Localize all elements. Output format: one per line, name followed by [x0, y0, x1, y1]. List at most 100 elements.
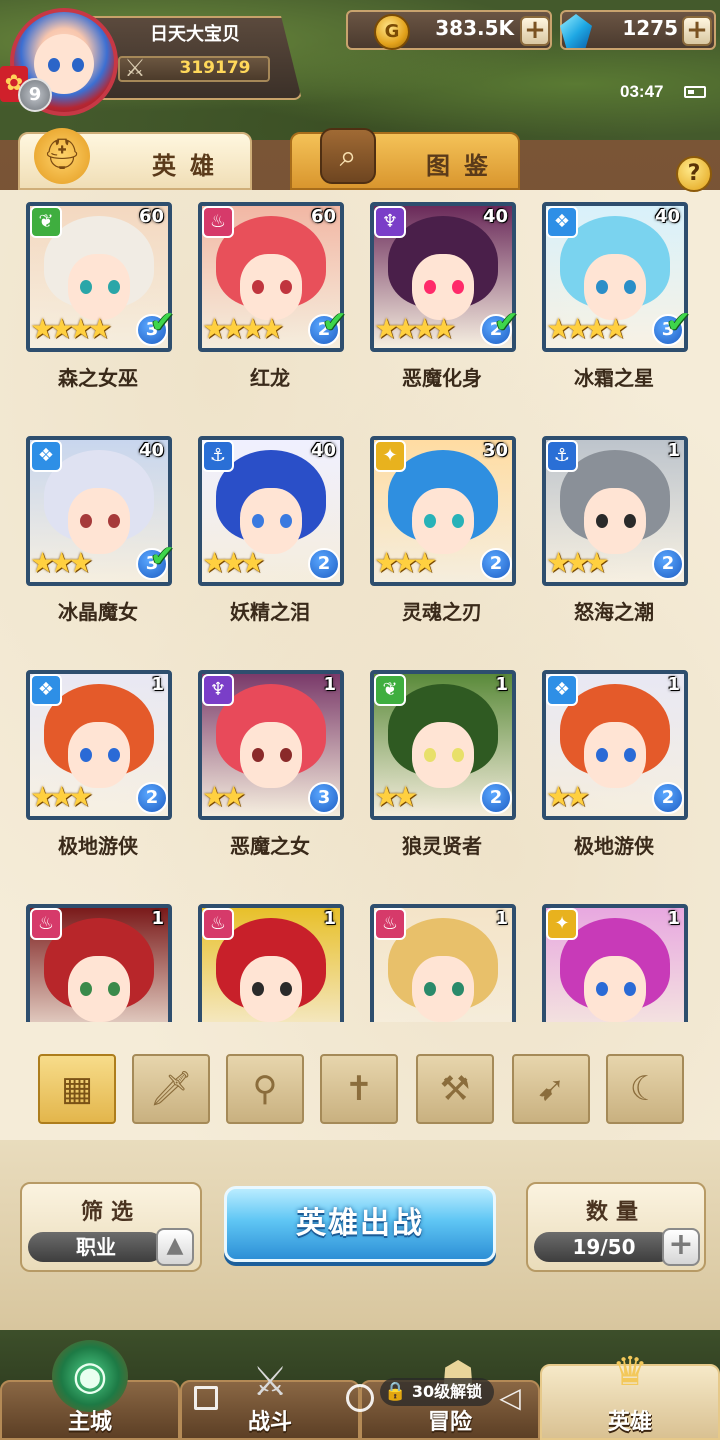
hero-eye: [596, 514, 608, 528]
hero-face: [240, 254, 302, 320]
filter-warrior-button[interactable]: 🗡: [132, 1054, 210, 1124]
hero-level: 1: [667, 440, 680, 461]
hero-card[interactable]: ❖ 40 ★★★★ 3 ✔: [542, 202, 691, 352]
sea-faction-icon: ⚓: [546, 440, 578, 472]
nav-battle-label: 战斗: [247, 1410, 292, 1435]
home-button[interactable]: [346, 1384, 374, 1412]
nature-faction-icon: ❦: [30, 206, 62, 238]
recent-apps-button[interactable]: [194, 1386, 218, 1410]
hero-card[interactable]: ♨ 1: [26, 904, 172, 1022]
filter-label: 筛选: [80, 1200, 141, 1225]
filter-select[interactable]: 职业: [28, 1232, 164, 1262]
check-icon: ✔: [322, 305, 348, 340]
helmet-icon: ⛑: [34, 128, 90, 184]
hero-shard-count: 2: [136, 782, 168, 814]
hero-eye: [452, 514, 464, 528]
hero-face: [240, 722, 302, 788]
hero-eye: [280, 514, 292, 528]
hero-card[interactable]: ♨ 1: [198, 904, 344, 1022]
check-icon: ✔: [150, 539, 176, 574]
player-name: 日天大宝贝: [150, 24, 240, 45]
hero-card[interactable]: ⚓ 40 ★★★ 2: [198, 436, 344, 586]
hero-eye: [80, 514, 92, 528]
hero-card[interactable]: ❖ 1 ★★★ 2: [26, 670, 172, 820]
hero-level: 40: [138, 440, 164, 461]
hero-card[interactable]: ♆ 1 ★★ 3: [198, 670, 344, 820]
gem-value: 1275: [622, 16, 678, 40]
hero-eye: [108, 280, 120, 294]
lock-icon: 🔒: [384, 1381, 407, 1402]
hero-face: [584, 254, 646, 320]
expand-capacity-button[interactable]: +: [662, 1228, 700, 1266]
hero-shard-count: 2: [480, 782, 512, 814]
hero-level: 60: [310, 206, 336, 227]
hero-face: [240, 488, 302, 554]
back-button[interactable]: ◁: [496, 1384, 524, 1412]
hero-name: 妖精之泪: [230, 600, 310, 624]
hero-level: 1: [667, 908, 680, 929]
hero-card[interactable]: ♆ 40 ★★★★ 2 ✔: [370, 202, 519, 352]
hero-face: [412, 956, 474, 1022]
filter-mage-button[interactable]: ⚲: [226, 1054, 304, 1124]
hero-name: 极地游侠: [58, 834, 138, 858]
count-label: 数量: [585, 1200, 646, 1225]
hero-stars: ★★: [374, 780, 418, 813]
filter-toggle-button[interactable]: ▲: [156, 1228, 194, 1266]
check-icon: ✔: [666, 305, 692, 340]
hero-stars: ★★★★: [202, 312, 284, 345]
light-faction-icon: ✦: [374, 440, 406, 472]
nav-city-label: 主城: [67, 1410, 112, 1435]
hero-card[interactable]: ❖ 40 ★★★ 3 ✔: [26, 436, 175, 586]
hero-face: [68, 254, 130, 320]
hero-eye: [424, 748, 436, 762]
hero-level: 1: [667, 674, 680, 695]
hero-face: [412, 254, 474, 320]
filter-assassin-button[interactable]: ☾: [606, 1054, 684, 1124]
hero-shard-count: 2: [652, 782, 684, 814]
nature-faction-icon: ❦: [374, 674, 406, 706]
hero-eye: [280, 982, 292, 996]
filter-all-button[interactable]: ▦: [38, 1054, 116, 1124]
hero-stars: ★★: [546, 780, 590, 813]
filter-tank-button[interactable]: ⚒: [416, 1054, 494, 1124]
hero-stars: ★★★: [546, 546, 609, 579]
hero-name: 森之女巫: [58, 366, 138, 390]
help-button[interactable]: ?: [676, 156, 712, 192]
hero-name: 恶魔之女: [230, 834, 310, 858]
tab-codex-label: 图鉴: [426, 152, 502, 180]
gold-value: 383.5K: [435, 16, 514, 40]
hero-card[interactable]: ♨ 1: [370, 904, 516, 1022]
fire-faction-icon: ♨: [202, 206, 234, 238]
hero-card[interactable]: ❦ 60 ★★★★ 3 ✔: [26, 202, 175, 352]
hero-eye: [596, 982, 608, 996]
hero-name: 红龙: [250, 366, 290, 390]
add-gold-button[interactable]: +: [520, 16, 550, 46]
hero-level: 1: [495, 674, 508, 695]
hero-grid[interactable]: ❦ 60 ★★★★ 3 ✔ 森之女巫 ♨ 60 ★★★★ 2 ✔ 红龙 ♆ 40 ★★★★ 2 ✔ 恶魔化身 ❖ 40…: [0, 196, 720, 1022]
hero-stars: ★★★★: [546, 312, 628, 345]
hero-level: 40: [482, 206, 508, 227]
hero-eye: [108, 982, 120, 996]
hero-shard-count: 2: [652, 548, 684, 580]
hero-eye: [624, 280, 636, 294]
hero-card[interactable]: ✦ 30 ★★★ 2: [370, 436, 516, 586]
ice-faction-icon: ❖: [30, 674, 62, 706]
deploy-heroes-button[interactable]: 英雄出战: [224, 1186, 496, 1262]
add-gems-button[interactable]: +: [682, 16, 712, 46]
hero-stars: ★★: [202, 780, 246, 813]
hero-shard-count: 2: [308, 548, 340, 580]
filter-archer-button[interactable]: ➹: [512, 1054, 590, 1124]
filter-priest-button[interactable]: ✝: [320, 1054, 398, 1124]
hero-eye: [452, 748, 464, 762]
hero-eye: [452, 982, 464, 996]
hero-card[interactable]: ♨ 60 ★★★★ 2 ✔: [198, 202, 347, 352]
hero-eye: [280, 280, 292, 294]
hero-card[interactable]: ❦ 1 ★★ 2: [370, 670, 516, 820]
battery-icon: [684, 86, 706, 98]
hero-card[interactable]: ⚓ 1 ★★★ 2: [542, 436, 688, 586]
power-value: 319179: [179, 58, 251, 78]
ice-faction-icon: ❖: [30, 440, 62, 472]
hero-name: 冰晶魔女: [58, 600, 138, 624]
hero-card[interactable]: ✦ 1: [542, 904, 688, 1022]
hero-card[interactable]: ❖ 1 ★★ 2: [542, 670, 688, 820]
